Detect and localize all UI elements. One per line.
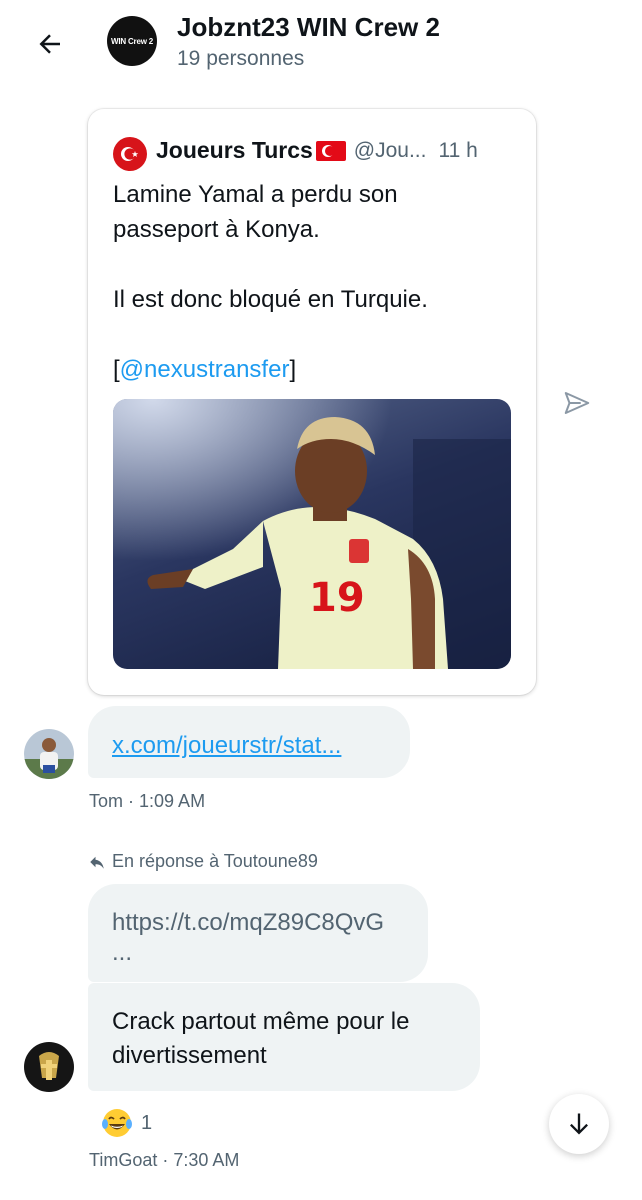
arrow-down-icon bbox=[570, 1113, 588, 1135]
tweet-time: 11 h bbox=[438, 138, 478, 162]
message-bubble-text[interactable]: Crack partout même pour le divertissemen… bbox=[88, 983, 480, 1091]
mention-link[interactable]: @nexustransfer bbox=[120, 356, 290, 383]
message-link[interactable]: x.com/joueurstr/stat... bbox=[112, 732, 341, 759]
reply-label: En réponse à Toutoune89 bbox=[112, 851, 318, 871]
tweet-mention-line: [@nexustransfer] bbox=[113, 356, 297, 383]
tweet-line: Lamine Yamal a perdu son bbox=[113, 181, 398, 208]
avatar-timgoat[interactable] bbox=[24, 1042, 74, 1092]
avatar-tom[interactable] bbox=[24, 729, 74, 779]
message-text-line: Crack partout même pour le bbox=[112, 1008, 410, 1035]
tweet-header: Joueurs Turcs @Jou... 11 h bbox=[156, 137, 478, 164]
timgoat-profile-photo bbox=[24, 1042, 74, 1092]
back-button[interactable] bbox=[28, 22, 72, 66]
laughing-tears-emoji bbox=[102, 1109, 132, 1137]
tweet-author-handle: @Jou... bbox=[353, 138, 427, 162]
message-reaction[interactable]: 1 bbox=[101, 1107, 152, 1139]
message-url[interactable]: https://t.co/mqZ89C8QvG bbox=[112, 908, 428, 938]
tweet-line: passeport à Konya. bbox=[113, 216, 320, 243]
tweet-line: Il est donc bloqué en Turquie. bbox=[113, 286, 428, 313]
member-count[interactable]: 19 personnes bbox=[177, 47, 304, 71]
conversation-title[interactable]: Jobznt23 WIN Crew 2 bbox=[177, 12, 440, 43]
message-url-ellipsis: ... bbox=[112, 939, 133, 966]
message-bubble-url[interactable]: https://t.co/mqZ89C8QvG ... bbox=[88, 884, 428, 982]
group-avatar[interactable]: WIN Crew 2 bbox=[107, 16, 157, 66]
message-text-line: divertissement bbox=[112, 1042, 267, 1069]
tom-profile-photo bbox=[24, 729, 74, 779]
reply-context[interactable]: En réponse à Toutoune89 bbox=[88, 851, 318, 872]
sender-name: Tom bbox=[89, 791, 124, 811]
crescent-star-logo bbox=[121, 147, 139, 161]
reaction-count: 1 bbox=[141, 1111, 153, 1134]
football-player-photo: 19 bbox=[113, 399, 511, 669]
tweet-author-avatar[interactable] bbox=[113, 137, 147, 171]
turkey-flag-icon bbox=[315, 140, 346, 161]
reply-arrow-icon bbox=[90, 856, 104, 869]
shirt-number: 19 bbox=[309, 575, 365, 621]
message-time: 7:30 AM bbox=[173, 1150, 240, 1170]
send-icon bbox=[564, 392, 590, 414]
sender-name: TimGoat bbox=[89, 1150, 158, 1170]
arrow-left-icon bbox=[39, 34, 60, 54]
message-bubble-link[interactable]: x.com/joueurstr/stat... bbox=[88, 706, 410, 778]
shared-tweet-card[interactable]: Joueurs Turcs @Jou... 11 h Lamine Yamal … bbox=[88, 109, 536, 695]
message-meta: TimGoat · 7:30 AM bbox=[89, 1150, 240, 1170]
group-avatar-text: WIN Crew 2 bbox=[110, 36, 153, 46]
tweet-author-name[interactable]: Joueurs Turcs bbox=[156, 137, 313, 164]
share-button[interactable] bbox=[562, 388, 592, 418]
message-meta: Tom · 1:09 AM bbox=[89, 791, 206, 811]
scroll-to-bottom-button[interactable] bbox=[549, 1094, 609, 1154]
tweet-text: Lamine Yamal a perdu son passeport à Kon… bbox=[113, 177, 513, 387]
tweet-photo[interactable]: 19 bbox=[113, 399, 511, 669]
message-time: 1:09 AM bbox=[139, 791, 206, 811]
